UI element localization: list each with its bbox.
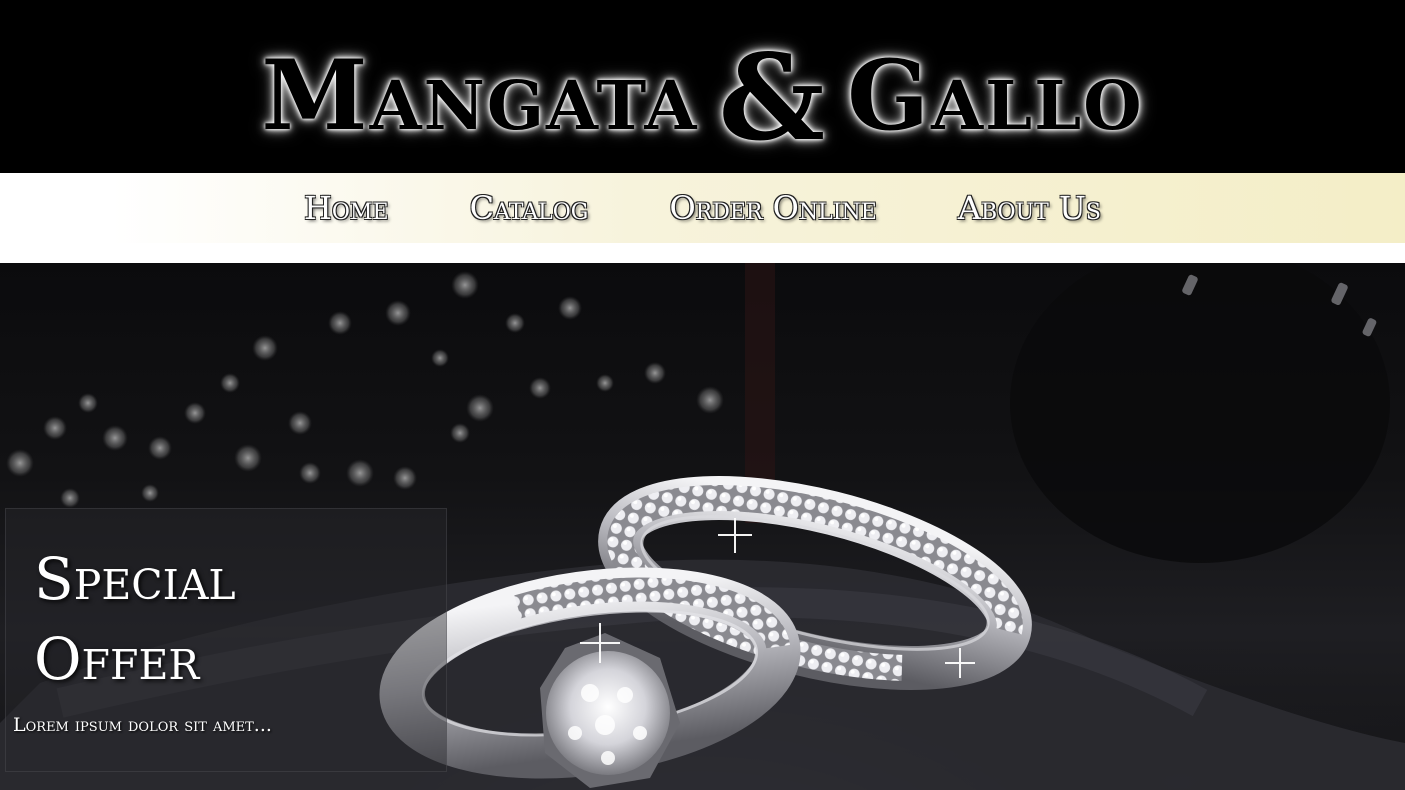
- hero-banner: Special Offer Lorem ipsum dolor sit amet…: [0, 263, 1405, 790]
- nav-home-link[interactable]: Home: [304, 173, 389, 243]
- offer-title-line2: Offer: [34, 625, 200, 693]
- nav-about-us-link[interactable]: About Us: [958, 173, 1101, 243]
- logo-text-mangata: Mangata: [261, 39, 699, 152]
- nav-spacer: [0, 243, 1405, 263]
- special-offer-title: Special Offer: [34, 539, 434, 699]
- special-offer-panel[interactable]: Special Offer Lorem ipsum dolor sit amet…: [5, 508, 447, 772]
- logo-text-gallo: Gallo: [847, 39, 1144, 152]
- offer-title-line1: Special: [34, 545, 236, 613]
- special-offer-description: Lorem ipsum dolor sit amet...: [13, 714, 272, 736]
- site-logo[interactable]: Mangata & Gallo: [0, 18, 1405, 167]
- nav-catalog-link[interactable]: Catalog: [470, 173, 589, 243]
- bokeh-lights: [6, 271, 734, 512]
- nav-order-online-link[interactable]: Order Online: [669, 173, 876, 243]
- main-navigation: Home Catalog Order Online About Us: [0, 173, 1405, 243]
- logo-ampersand: &: [718, 28, 828, 167]
- site-header: Mangata & Gallo: [0, 0, 1405, 173]
